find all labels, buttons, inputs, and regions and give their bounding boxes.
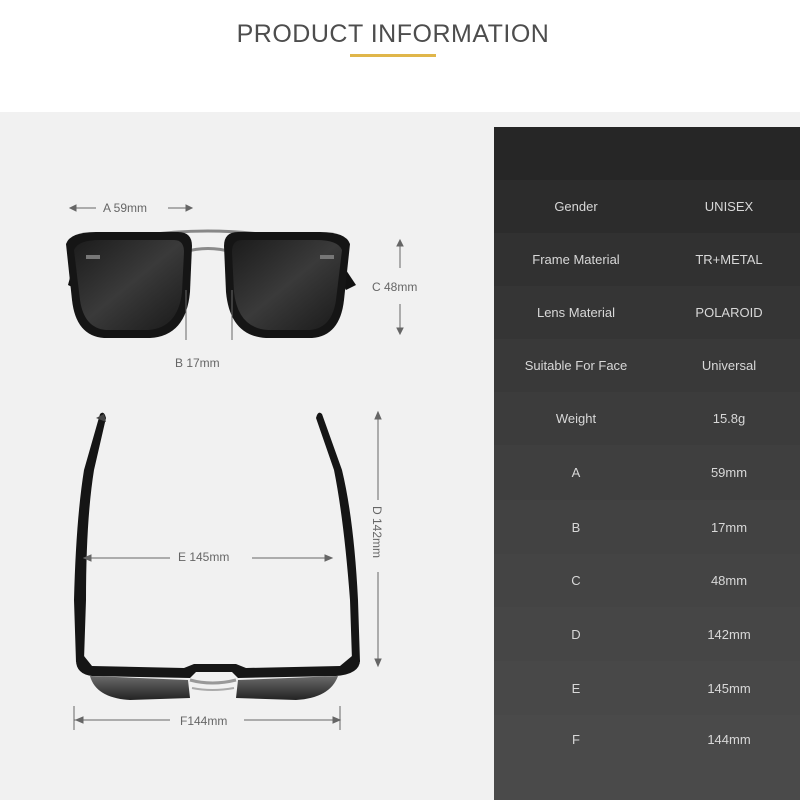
spec-value: POLAROID — [695, 305, 763, 320]
spec-value: 48mm — [710, 573, 748, 588]
spec-value: 144mm — [707, 732, 751, 747]
dimension-d-label: D 142mm — [370, 506, 384, 559]
spec-row-frame-material: Frame Material TR+METAL — [494, 233, 800, 286]
spec-label: E — [571, 680, 581, 696]
spec-row-gender: Gender UNISEX — [494, 180, 800, 233]
spec-label: Lens Material — [536, 305, 616, 320]
spec-label: Frame Material — [532, 252, 620, 267]
spec-label: F — [572, 732, 580, 747]
dimension-c-label: C 48mm — [372, 280, 418, 294]
spec-value: UNISEX — [704, 199, 754, 214]
dimension-b-label: B 17mm — [175, 356, 220, 370]
front-view-sunglasses — [66, 229, 356, 338]
spec-value: 59mm — [710, 465, 748, 480]
dimension-e-label: E 145mm — [178, 550, 230, 564]
spec-row-face: Suitable For Face Universal — [494, 339, 800, 392]
spec-value: 15.8g — [712, 411, 746, 426]
spec-row-c: C 48mm — [494, 554, 800, 607]
spec-value: Universal — [701, 358, 757, 373]
spec-label: Weight — [555, 411, 597, 426]
spec-value: 17mm — [710, 519, 748, 535]
dimension-a-label: A 59mm — [103, 201, 148, 215]
spec-row-f: F 144mm — [494, 715, 800, 800]
dim-line-b — [185, 290, 233, 340]
spec-value: 142mm — [707, 626, 751, 642]
spec-row-d: D 142mm — [494, 607, 800, 661]
spec-label: Suitable For Face — [524, 358, 628, 373]
spec-label: A — [571, 465, 581, 480]
spec-value: 145mm — [707, 680, 751, 696]
spec-label: D — [571, 626, 581, 642]
spec-label: C — [571, 573, 581, 588]
spec-label: Gender — [554, 199, 598, 214]
spec-value: TR+METAL — [695, 252, 763, 267]
spec-label: B — [571, 519, 581, 535]
spec-row-a: A 59mm — [494, 445, 800, 500]
spec-row-e: E 145mm — [494, 661, 800, 715]
spec-table-header — [494, 127, 800, 180]
spec-table: Gender UNISEX Frame Material TR+METAL Le… — [494, 127, 800, 800]
spec-row-lens-material: Lens Material POLAROID — [494, 286, 800, 339]
spec-row-b: B 17mm — [494, 500, 800, 554]
dimension-f-label: F144mm — [180, 714, 228, 728]
spec-row-weight: Weight 15.8g — [494, 392, 800, 445]
